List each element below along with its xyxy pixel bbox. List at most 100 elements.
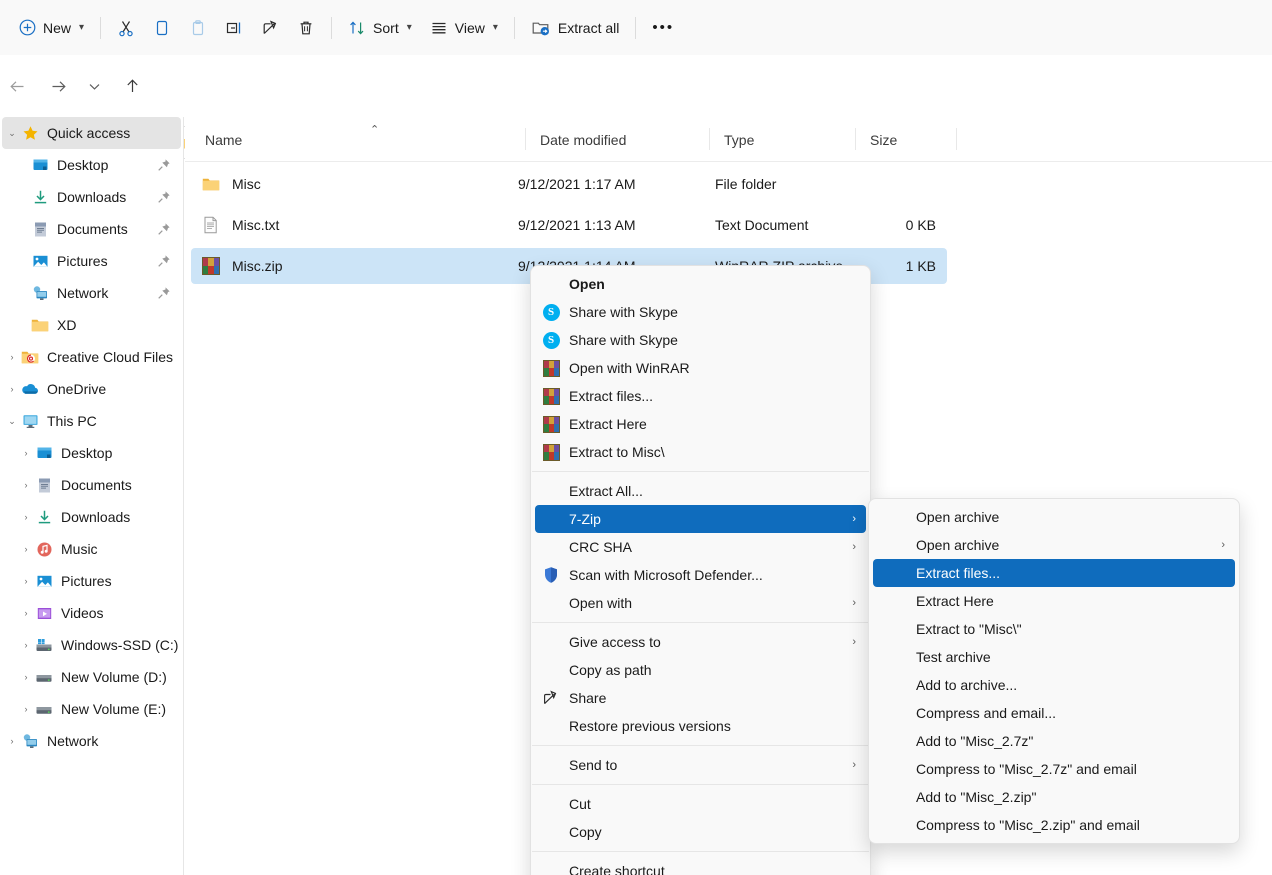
menu-item-extract-all[interactable]: Extract All... xyxy=(535,477,866,505)
expand-chevron-icon[interactable]: ⌄ xyxy=(4,128,20,139)
expand-chevron-icon[interactable]: › xyxy=(18,544,34,554)
pin-icon[interactable] xyxy=(157,254,171,268)
sidebar-item-music[interactable]: ›Music xyxy=(2,533,181,565)
menu-item-crc-sha[interactable]: CRC SHA› xyxy=(535,533,866,561)
sidebar-item-desktop[interactable]: Desktop xyxy=(2,149,181,181)
expand-chevron-icon[interactable]: › xyxy=(18,576,34,586)
expand-chevron-icon[interactable]: › xyxy=(4,384,20,394)
sidebar-item-new-volume-d[interactable]: › New Volume (D:) xyxy=(2,661,181,693)
submenu-item-test-archive[interactable]: Test archive xyxy=(873,643,1235,671)
pin-icon[interactable] xyxy=(157,190,171,204)
back-button[interactable] xyxy=(0,69,34,103)
sidebar-item-downloads[interactable]: Downloads xyxy=(2,181,181,213)
sidebar-item-new-volume-e[interactable]: ›New Volume (E:) xyxy=(2,693,181,725)
pin-icon[interactable] xyxy=(157,158,171,172)
column-divider[interactable] xyxy=(956,128,957,150)
sidebar-item-xd[interactable]: XD xyxy=(2,309,181,341)
sidebar-item-this-pc[interactable]: ⌄This PC xyxy=(2,405,181,437)
expand-chevron-icon[interactable]: › xyxy=(4,352,20,362)
extract-all-button[interactable]: Extract all xyxy=(522,11,628,45)
submenu-item-add-to-misc-2-zip[interactable]: Add to "Misc_2.zip" xyxy=(873,783,1235,811)
menu-item-copy[interactable]: Copy xyxy=(535,818,866,846)
menu-item-extract-to-misc[interactable]: Extract to Misc\ xyxy=(535,438,866,466)
sidebar-item-documents[interactable]: ›Documents xyxy=(2,469,181,501)
sidebar-item-onedrive[interactable]: ›OneDrive xyxy=(2,373,181,405)
paste-button[interactable] xyxy=(180,11,216,45)
new-button[interactable]: New ▾ xyxy=(10,11,93,45)
copy-button[interactable] xyxy=(144,11,180,45)
sidebar-item-label: New Volume (D:) xyxy=(61,669,167,685)
recent-locations-button[interactable] xyxy=(79,69,109,103)
7zip-submenu[interactable]: Open archiveOpen archive›Extract files..… xyxy=(868,498,1240,844)
sidebar-item-desktop[interactable]: ›Desktop xyxy=(2,437,181,469)
sidebar-item-creative-cloud-files[interactable]: ›Creative Cloud Files xyxy=(2,341,181,373)
expand-chevron-icon[interactable]: › xyxy=(4,736,20,746)
sidebar-item-documents[interactable]: Documents xyxy=(2,213,181,245)
more-options-button[interactable]: ••• xyxy=(643,11,683,45)
sidebar-item-pictures[interactable]: ›Pictures xyxy=(2,565,181,597)
pin-icon[interactable] xyxy=(157,286,171,300)
context-menu[interactable]: OpenSShare with SkypeSShare with SkypeOp… xyxy=(530,265,871,875)
rename-button[interactable] xyxy=(216,11,252,45)
share-button[interactable] xyxy=(252,11,288,45)
menu-item-give-access-to[interactable]: Give access to› xyxy=(535,628,866,656)
menu-item-label: Send to xyxy=(569,757,852,773)
sidebar-item-pictures[interactable]: Pictures xyxy=(2,245,181,277)
submenu-item-compress-and-email[interactable]: Compress and email... xyxy=(873,699,1235,727)
sidebar-item-downloads[interactable]: ›Downloads xyxy=(2,501,181,533)
column-header-name[interactable]: Name xyxy=(191,117,525,162)
column-header-size[interactable]: Size xyxy=(856,117,956,162)
cut-button[interactable] xyxy=(108,11,144,45)
menu-item-copy-as-path[interactable]: Copy as path xyxy=(535,656,866,684)
menu-item-open-with-winrar[interactable]: Open with WinRAR xyxy=(535,354,866,382)
submenu-item-open-archive[interactable]: Open archive› xyxy=(873,531,1235,559)
submenu-chevron-icon: › xyxy=(852,759,866,771)
menu-item-open-with[interactable]: Open with› xyxy=(535,589,866,617)
menu-item-share-with-skype[interactable]: SShare with Skype xyxy=(535,326,866,354)
menu-item-7-zip[interactable]: 7-Zip› xyxy=(535,505,866,533)
menu-item-cut[interactable]: Cut xyxy=(535,790,866,818)
delete-button[interactable] xyxy=(288,11,324,45)
column-header-date[interactable]: Date modified xyxy=(526,117,709,162)
submenu-item-open-archive[interactable]: Open archive xyxy=(873,503,1235,531)
expand-chevron-icon[interactable]: › xyxy=(18,512,34,522)
submenu-item-add-to-misc-2-7z[interactable]: Add to "Misc_2.7z" xyxy=(873,727,1235,755)
expand-chevron-icon[interactable]: › xyxy=(18,448,34,458)
expand-chevron-icon[interactable]: › xyxy=(18,704,34,714)
submenu-item-compress-to-misc-2-zip-and-email[interactable]: Compress to "Misc_2.zip" and email xyxy=(873,811,1235,839)
expand-chevron-icon[interactable]: ⌄ xyxy=(4,416,20,427)
submenu-item-compress-to-misc-2-7z-and-email[interactable]: Compress to "Misc_2.7z" and email xyxy=(873,755,1235,783)
view-button[interactable]: View ▾ xyxy=(421,11,507,45)
column-header-type[interactable]: Type xyxy=(710,117,855,162)
submenu-item-extract-to-misc[interactable]: Extract to "Misc\" xyxy=(873,615,1235,643)
menu-item-create-shortcut[interactable]: Create shortcut xyxy=(535,857,866,875)
submenu-item-add-to-archive[interactable]: Add to archive... xyxy=(873,671,1235,699)
menu-item-send-to[interactable]: Send to› xyxy=(535,751,866,779)
menu-item-scan-with-microsoft-defender[interactable]: Scan with Microsoft Defender... xyxy=(535,561,866,589)
menu-item-share-with-skype[interactable]: SShare with Skype xyxy=(535,298,866,326)
table-row[interactable]: Misc9/12/2021 1:17 AMFile folder xyxy=(191,166,947,202)
menu-separator xyxy=(532,745,869,746)
submenu-item-extract-files[interactable]: Extract files... xyxy=(873,559,1235,587)
navigation-pane[interactable]: ⌄Quick accessDesktopDownloadsDocumentsPi… xyxy=(0,117,184,875)
sidebar-item-videos[interactable]: ›Videos xyxy=(2,597,181,629)
pin-icon[interactable] xyxy=(157,222,171,236)
sort-button[interactable]: Sort ▾ xyxy=(339,11,421,45)
sidebar-item-windows-ssd-c[interactable]: ›Windows-SSD (C:) xyxy=(2,629,181,661)
up-button[interactable] xyxy=(115,69,149,103)
expand-chevron-icon[interactable]: › xyxy=(18,640,34,650)
menu-item-extract-files[interactable]: Extract files... xyxy=(535,382,866,410)
expand-chevron-icon[interactable]: › xyxy=(18,480,34,490)
menu-item-open[interactable]: Open xyxy=(535,270,866,298)
sidebar-item-network[interactable]: ›Network xyxy=(2,725,181,757)
menu-item-restore-previous-versions[interactable]: Restore previous versions xyxy=(535,712,866,740)
submenu-item-extract-here[interactable]: Extract Here xyxy=(873,587,1235,615)
sidebar-item-quick-access[interactable]: ⌄Quick access xyxy=(2,117,181,149)
forward-button[interactable] xyxy=(41,69,75,103)
table-row[interactable]: Misc.txt9/12/2021 1:13 AMText Document0 … xyxy=(191,207,947,243)
expand-chevron-icon[interactable]: › xyxy=(18,672,34,682)
menu-item-extract-here[interactable]: Extract Here xyxy=(535,410,866,438)
sidebar-item-network[interactable]: Network xyxy=(2,277,181,309)
expand-chevron-icon[interactable]: › xyxy=(18,608,34,618)
menu-item-share[interactable]: Share xyxy=(535,684,866,712)
